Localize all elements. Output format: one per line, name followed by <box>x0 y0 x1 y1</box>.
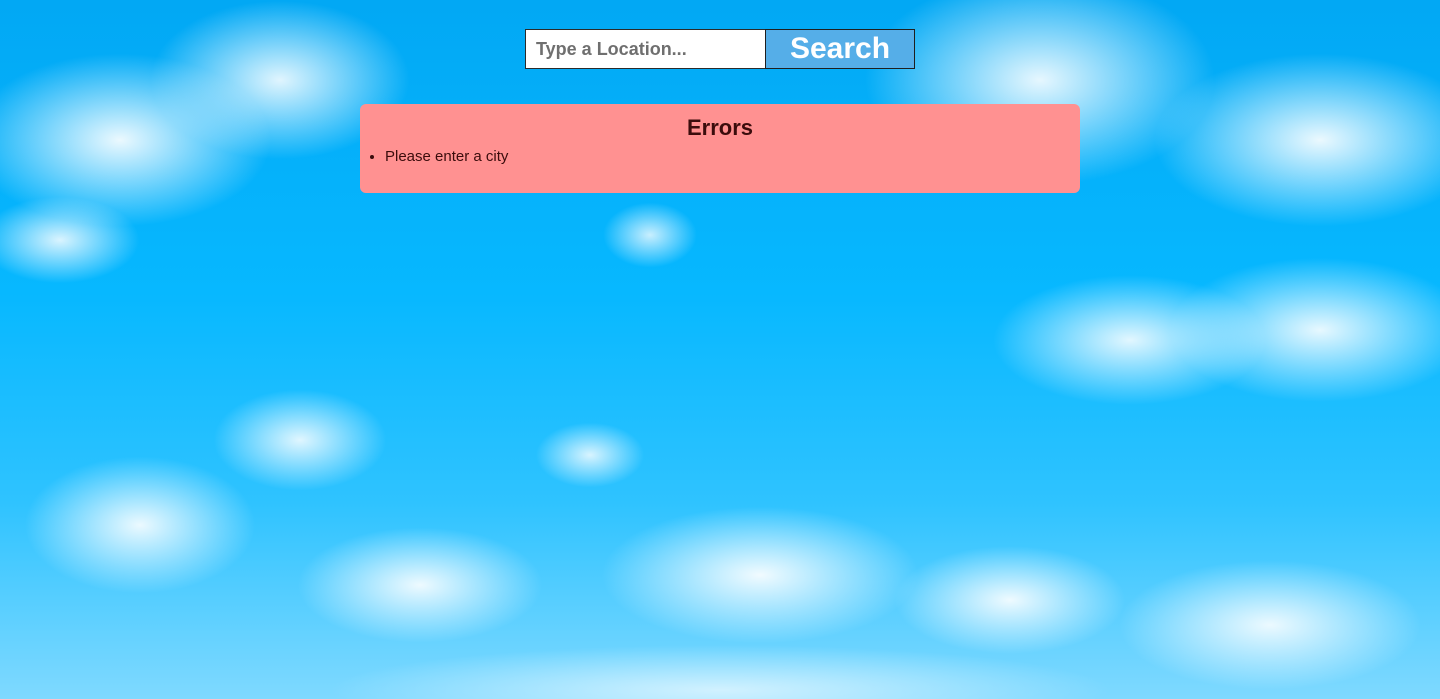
weather-search-page: { "search": { "placeholder": "Type a Loc… <box>0 0 1440 699</box>
errors-title: Errors <box>686 115 754 140</box>
location-search-input[interactable] <box>525 29 765 69</box>
errors-list: Please enter a city <box>360 148 1080 166</box>
search-button[interactable]: Search <box>765 29 915 69</box>
error-item: Please enter a city <box>385 148 1080 166</box>
search-bar: Search <box>525 29 915 69</box>
errors-panel: Errors Please enter a city <box>360 104 1080 193</box>
